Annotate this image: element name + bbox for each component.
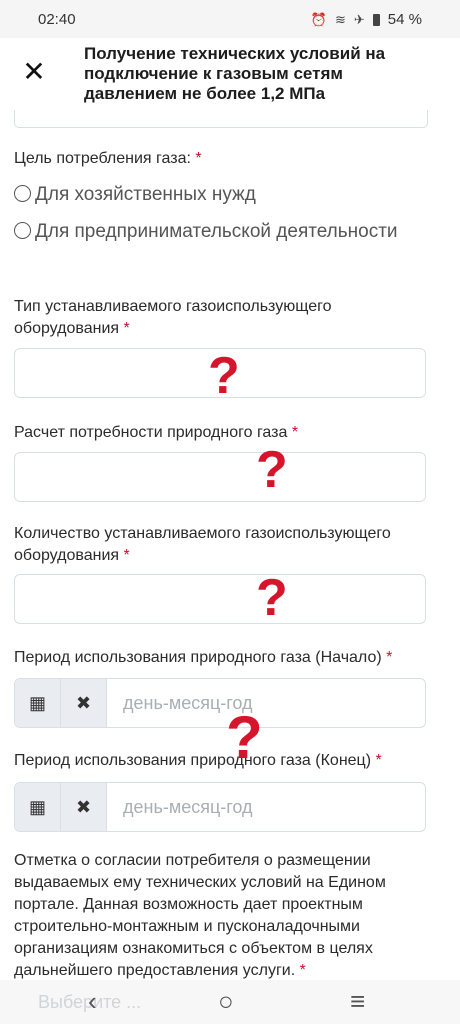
clear-icon[interactable]: ✖ [61,679,107,727]
home-icon[interactable]: ○ [218,986,234,1017]
page-title: Получение технических условий на подключ… [84,44,386,103]
consent-label: Отметка о согласии потребителя о размеще… [14,850,434,980]
radio-business[interactable]: Для предпринимательской деятельности [14,217,434,247]
consent-text: Отметка о согласии потребителя о размеще… [14,852,386,979]
radio-circle[interactable] [14,222,31,239]
gas-demand-label: Расчет потребности природного газа * [14,422,434,444]
clock: 02:40 [38,11,76,28]
required-mark: * [195,150,202,167]
radio-household[interactable]: Для хозяйственных нужд [14,180,434,210]
period-start-date-picker: ▦ ✖ день-месяц-год [14,678,426,728]
question-mark-annotation: ? [256,569,288,627]
question-mark-annotation: ? [226,704,263,771]
recents-icon[interactable]: ≡ [350,986,365,1017]
battery-level: 54 % [387,11,422,28]
gas-demand-input[interactable] [14,452,426,502]
close-icon[interactable]: ✕ [20,58,48,86]
calendar-icon[interactable]: ▦ [15,679,61,727]
required-mark: * [123,320,130,337]
clear-icon[interactable]: ✖ [61,783,107,831]
equipment-count-label: Количество устанавливаемого газоиспользу… [14,523,434,567]
period-end-date-input[interactable]: день-месяц-год [107,783,425,831]
equipment-type-label-text: Тип устанавливаемого газоиспользующего о… [14,298,332,337]
period-end-label: Период использования природного газа (Ко… [14,750,434,772]
equipment-count-input[interactable] [14,574,426,624]
radio-circle[interactable] [14,185,31,202]
purpose-label-text: Цель потребления газа: [14,150,191,167]
app-header: ✕ Получение технических условий на подкл… [0,38,460,110]
equipment-count-label-text: Количество устанавливаемого газоиспользу… [14,525,391,564]
required-mark: * [299,962,306,979]
required-mark: * [123,547,130,564]
system-nav-bar: Выберите ... ‹ ○ ≡ [0,980,460,1024]
period-start-date-input[interactable]: день-месяц-год [107,679,425,727]
status-icons: ⏰ ≋ ✈ 54 % [311,11,422,28]
required-mark: * [375,752,382,769]
calendar-icon[interactable]: ▦ [15,783,61,831]
previous-field-input[interactable] [14,110,428,128]
required-mark: * [386,649,393,666]
period-end-date-picker: ▦ ✖ день-месяц-год [14,782,426,832]
purpose-label: Цель потребления газа: * [14,148,434,170]
radio-label: Для предпринимательской деятельности [35,221,398,242]
wifi-icon: ≋ [334,11,346,27]
equipment-type-label: Тип устанавливаемого газоиспользующего о… [14,296,434,340]
period-end-label-text: Период использования природного газа (Ко… [14,752,372,769]
period-start-label: Период использования природного газа (На… [14,647,434,669]
question-mark-annotation: ? [256,441,288,499]
question-mark-annotation: ? [208,347,240,405]
gas-demand-label-text: Расчет потребности природного газа [14,424,288,441]
radio-label: Для хозяйственных нужд [35,184,256,205]
period-start-label-text: Период использования природного газа (На… [14,649,382,666]
status-bar: 02:40 ⏰ ≋ ✈ 54 % [0,0,460,38]
airplane-icon: ✈ [353,11,365,27]
form-content: Цель потребления газа: * Для хозяйственн… [0,110,460,980]
back-icon[interactable]: ‹ [88,986,97,1017]
alarm-icon: ⏰ [310,11,327,27]
battery-icon [372,13,380,26]
required-mark: * [291,424,299,441]
